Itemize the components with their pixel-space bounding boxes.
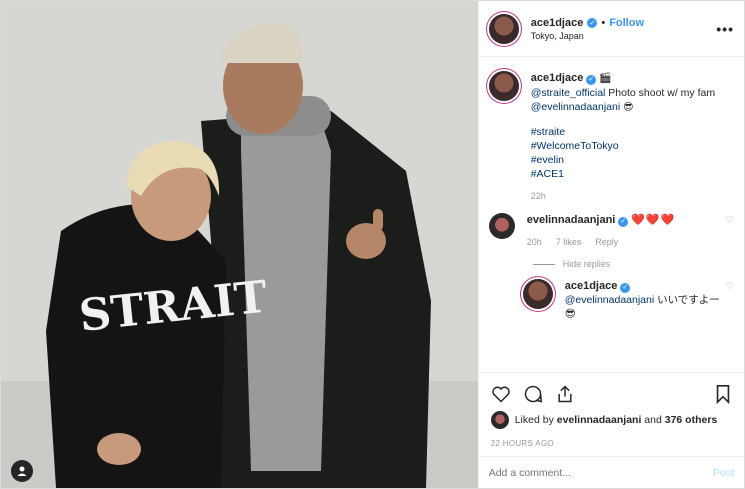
hashtag-link[interactable]: #straite bbox=[531, 125, 734, 139]
verified-badge-icon: ✓ bbox=[586, 75, 597, 85]
reply-username[interactable]: ace1djace bbox=[565, 280, 618, 292]
caption: ace1djace ✓ 🎬 @straite_official Photo sh… bbox=[488, 71, 734, 203]
comment-bubble-icon[interactable] bbox=[523, 384, 543, 404]
hashtag-link[interactable]: #evelin bbox=[531, 153, 734, 167]
author-avatar[interactable] bbox=[488, 13, 519, 44]
comment-likes[interactable]: 7 likes bbox=[556, 235, 582, 249]
likes-prefix: Liked by bbox=[514, 414, 557, 426]
comment-text: ❤️❤️❤️ bbox=[631, 214, 676, 226]
location-link[interactable]: Tokyo, Japan bbox=[531, 31, 717, 41]
caption-text: Photo shoot w/ my fam bbox=[605, 87, 716, 99]
follow-button[interactable]: Follow bbox=[609, 17, 644, 29]
caption-avatar[interactable] bbox=[488, 71, 519, 101]
post-photo[interactable]: STRAIT bbox=[1, 1, 478, 488]
liker-username[interactable]: evelinnadaanjani bbox=[557, 414, 642, 426]
mention-link[interactable]: @evelinnadaanjani bbox=[531, 101, 620, 113]
like-comment-icon[interactable]: ♡ bbox=[726, 215, 734, 249]
hashtag-list: #straite #WelcomeToTokyo #evelin #ACE1 bbox=[531, 125, 734, 181]
post-timestamp[interactable]: 22 HOURS AGO bbox=[491, 439, 732, 448]
add-comment-bar: Post bbox=[478, 456, 744, 488]
comment-input[interactable] bbox=[488, 466, 713, 479]
commenter-username[interactable]: evelinnadaanjani bbox=[527, 214, 616, 226]
comments-section: ace1djace ✓ 🎬 @straite_official Photo sh… bbox=[479, 57, 744, 372]
reply-avatar[interactable] bbox=[522, 279, 553, 309]
separator-dot: • bbox=[601, 16, 606, 29]
post-sidebar: ace1djace ✓ • Follow Tokyo, Japan ••• ac… bbox=[477, 1, 744, 488]
reply-button[interactable]: Reply bbox=[595, 235, 618, 249]
verified-badge-icon: ✓ bbox=[620, 283, 631, 293]
bookmark-icon[interactable] bbox=[714, 384, 732, 404]
caption-emoji: 🎬 bbox=[599, 73, 612, 84]
caption-time[interactable]: 22h bbox=[531, 189, 546, 203]
like-comment-icon[interactable]: ♡ bbox=[726, 281, 734, 321]
verified-badge-icon: ✓ bbox=[587, 17, 598, 28]
likes-summary: Liked by evelinnadaanjani and 376 others bbox=[490, 411, 732, 429]
comment: evelinnadaanjani ✓ ❤️❤️❤️ 20h 7 likes Re… bbox=[488, 213, 734, 249]
action-bar: Liked by evelinnadaanjani and 376 others… bbox=[478, 372, 744, 448]
divider-line bbox=[532, 263, 555, 265]
hide-replies-label: Hide replies bbox=[562, 259, 611, 269]
reply-comment: ace1djace ✓ @evelinnadaanjani いいですよー😎 ♡ bbox=[522, 279, 734, 321]
user-tag-icon[interactable] bbox=[11, 460, 33, 482]
comment-time[interactable]: 20h bbox=[527, 235, 542, 249]
hide-replies-toggle[interactable]: Hide replies bbox=[532, 259, 734, 269]
more-options-icon[interactable]: ••• bbox=[716, 21, 734, 37]
verified-badge-icon: ✓ bbox=[618, 217, 629, 227]
likes-middle: and bbox=[641, 414, 665, 426]
like-heart-icon[interactable] bbox=[491, 384, 511, 404]
caption-emoji: 😎 bbox=[623, 102, 634, 113]
likes-count[interactable]: 376 others bbox=[665, 414, 718, 426]
share-icon[interactable] bbox=[555, 384, 575, 404]
instagram-post: STRAIT ace1djace ✓ • Follow Tokyo, Japan bbox=[0, 0, 745, 489]
mention-link[interactable]: @evelinnadaanjani bbox=[565, 294, 654, 306]
liker-avatar[interactable] bbox=[490, 411, 509, 429]
post-comment-button[interactable]: Post bbox=[713, 467, 734, 479]
mention-link[interactable]: @straite_official bbox=[531, 87, 606, 99]
hashtag-link[interactable]: #ACE1 bbox=[531, 167, 734, 181]
commenter-avatar[interactable] bbox=[488, 213, 515, 239]
caption-username[interactable]: ace1djace bbox=[531, 72, 584, 84]
hashtag-link[interactable]: #WelcomeToTokyo bbox=[531, 139, 734, 153]
post-header: ace1djace ✓ • Follow Tokyo, Japan ••• bbox=[478, 1, 744, 57]
author-username[interactable]: ace1djace bbox=[531, 17, 584, 29]
photo-illustration: STRAIT bbox=[1, 1, 478, 488]
